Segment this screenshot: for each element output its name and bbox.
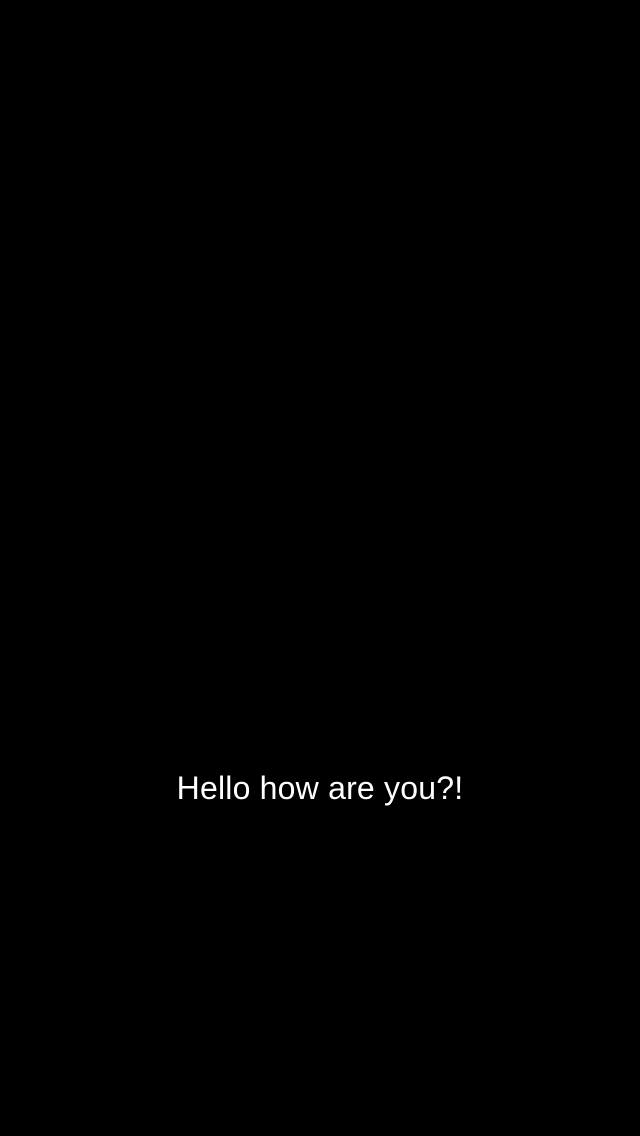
screen-background: Hello how are you?! bbox=[0, 0, 640, 1136]
message-text: Hello how are you?! bbox=[176, 770, 464, 806]
